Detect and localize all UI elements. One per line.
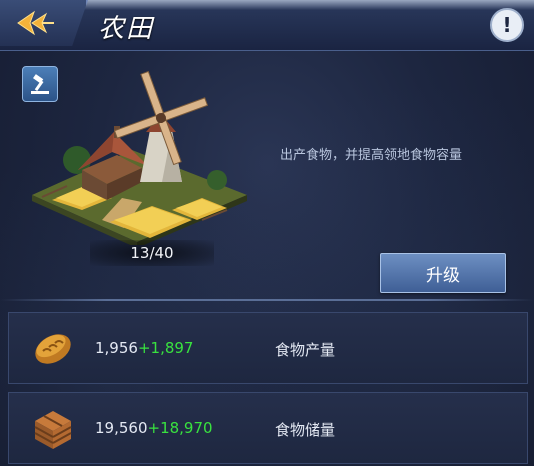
divider bbox=[0, 299, 534, 301]
building-level-progress: 13/40 bbox=[90, 240, 214, 266]
building-description: 出产食物，并提高领地食物容量 bbox=[280, 148, 463, 163]
stat-value-food-storage: 19,560+18,970 bbox=[95, 419, 213, 437]
header-bar: 农田 ! bbox=[0, 0, 534, 51]
page-title: 农田 bbox=[98, 14, 155, 44]
info-button[interactable]: ! bbox=[490, 8, 524, 42]
food-production-current: 1,956 bbox=[95, 339, 138, 357]
bread-icon bbox=[35, 334, 71, 364]
food-storage-bonus: +18,970 bbox=[147, 419, 213, 437]
stat-value-food-production: 1,956+1,897 bbox=[95, 339, 193, 357]
stat-row-food-storage: 19,560+18,970 食物储量 bbox=[8, 392, 528, 464]
back-arrow-icon bbox=[17, 10, 54, 36]
food-storage-current: 19,560 bbox=[95, 419, 148, 437]
back-button[interactable] bbox=[0, 0, 88, 46]
stat-label-food-storage: 食物储量 bbox=[275, 421, 336, 439]
upgrade-button[interactable]: 升级 bbox=[380, 253, 506, 293]
crate-icon bbox=[34, 411, 72, 449]
stat-label-food-production: 食物产量 bbox=[275, 341, 336, 359]
windmill-farm-illustration bbox=[32, 70, 247, 245]
stat-row-food-production: 1,956+1,897 食物产量 bbox=[8, 312, 528, 384]
info-icon: ! bbox=[502, 13, 512, 37]
food-production-bonus: +1,897 bbox=[137, 339, 194, 357]
